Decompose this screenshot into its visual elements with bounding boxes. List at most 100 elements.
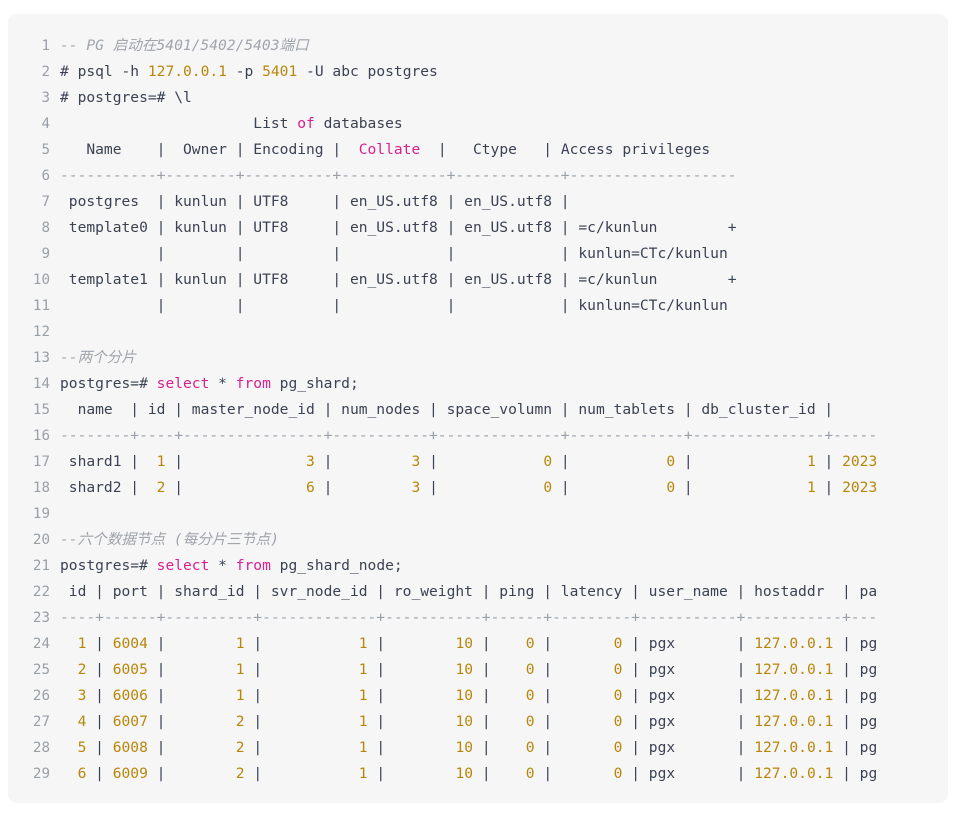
token-num: 10 <box>455 687 474 704</box>
token-kw: of <box>297 115 315 132</box>
code-line-content: 3 | 6006 | 1 | 1 | 10 | 0 | 0 | pgx | 12… <box>60 687 878 704</box>
token-txt: | <box>473 661 526 678</box>
code-line-content: name | id | master_node_id | num_nodes |… <box>60 401 834 418</box>
line-number: 27 <box>32 714 50 730</box>
code-line: 19 <box>8 501 948 527</box>
token-num: 6007 <box>112 713 148 730</box>
code-line: 23 ----+------+----------+-------------+-… <box>8 605 948 631</box>
line-number: 26 <box>32 688 50 704</box>
token-txt: | | | | | kunlun=CTc/kunlun <box>60 245 728 262</box>
token-txt: | <box>367 661 456 678</box>
token-kw: Collate <box>358 141 421 158</box>
code-line: 21 postgres=# select * from pg_shard_node… <box>8 553 948 579</box>
token-dash: --------+----+----------------+---------… <box>60 427 878 444</box>
line-number: 15 <box>32 402 50 418</box>
code-line: 7 postgres | kunlun | UTF8 | en_US.utf8 … <box>8 189 948 215</box>
token-num: 1 <box>358 739 368 756</box>
token-txt: | pg <box>833 635 878 652</box>
code-line-content: # postgres=# \l <box>60 89 192 106</box>
line-number: 13 <box>32 350 50 366</box>
token-txt: | pgx | <box>622 713 755 730</box>
token-num: 127.0.0.1 <box>754 635 834 652</box>
line-number: 8 <box>41 220 50 236</box>
code-line: 14 postgres=# select * from pg_shard; <box>8 371 948 397</box>
line-number: 7 <box>41 194 50 210</box>
line-number: 12 <box>32 324 50 340</box>
token-txt: | pg <box>833 687 878 704</box>
token-txt: | <box>367 739 456 756</box>
code-line-content: postgres=# select * from pg_shard; <box>60 375 359 392</box>
token-kw: from <box>235 375 271 392</box>
token-txt: | <box>86 635 113 652</box>
code-line-content: id | port | shard_id | svr_node_id | ro_… <box>60 583 877 600</box>
token-num: 3 <box>306 453 315 470</box>
line-number: 24 <box>32 636 50 652</box>
token-txt: | <box>473 713 526 730</box>
code-line: 12 <box>8 319 948 345</box>
token-txt: | <box>815 479 843 496</box>
line-number: 22 <box>32 584 50 600</box>
token-txt: | <box>86 713 113 730</box>
token-txt: databases <box>314 115 403 132</box>
token-txt: | | | | | kunlun=CTc/kunlun <box>60 297 728 314</box>
token-txt: | <box>552 453 667 470</box>
token-txt: -U abc postgres <box>297 63 438 80</box>
token-num: 1 <box>358 687 368 704</box>
code-line: 8 template0 | kunlun | UTF8 | en_US.utf8… <box>8 215 948 241</box>
code-line: 29 6 | 6009 | 2 | 1 | 10 | 0 | 0 | pgx |… <box>8 761 948 787</box>
token-txt: shard2 | <box>60 479 157 496</box>
line-number: 16 <box>32 428 50 444</box>
token-num: 0 <box>543 479 553 496</box>
line-number: 14 <box>32 376 50 392</box>
token-num: 127.0.0.1 <box>754 739 834 756</box>
token-txt: | <box>534 661 614 678</box>
line-number: 4 <box>41 116 50 132</box>
token-cmt: -- PG 启动在5401/5402/5403端口 <box>60 37 309 54</box>
code-line-content: template1 | kunlun | UTF8 | en_US.utf8 |… <box>60 271 737 288</box>
token-txt: | <box>314 453 412 470</box>
line-number: 5 <box>41 142 50 158</box>
code-line-content: postgres=# select * from pg_shard_node; <box>60 557 403 574</box>
code-line-content: shard1 | 1 | 3 | 3 | 0 | 0 | 1 | 2023 <box>60 453 877 470</box>
code-line-content: --六个数据节点 (每分片三节点) <box>60 531 279 548</box>
token-num: 1 <box>806 479 816 496</box>
token-txt: shard1 | <box>60 453 157 470</box>
token-num: 6004 <box>112 635 148 652</box>
token-txt: | <box>244 713 359 730</box>
token-txt: | <box>367 765 456 782</box>
code-line: 5 Name | Owner | Encoding | Collate | Ct… <box>8 137 948 163</box>
token-num: 3 <box>411 479 421 496</box>
line-number: 2 <box>41 64 50 80</box>
token-txt: | <box>367 687 456 704</box>
token-txt: | <box>244 661 359 678</box>
token-txt: | <box>473 765 526 782</box>
token-txt: | <box>86 687 113 704</box>
token-num: 0 <box>525 765 535 782</box>
token-num: 10 <box>455 713 474 730</box>
token-txt: | <box>147 635 236 652</box>
token-txt: | <box>675 453 807 470</box>
code-line: 26 3 | 6006 | 1 | 1 | 10 | 0 | 0 | pgx |… <box>8 683 948 709</box>
token-num: 5401 <box>262 63 298 80</box>
token-num: 1 <box>806 453 816 470</box>
token-txt: | <box>420 453 544 470</box>
line-number: 17 <box>32 454 50 470</box>
token-txt: | <box>86 661 113 678</box>
code-line-content: ----+------+----------+-------------+---… <box>60 609 877 626</box>
line-number: 23 <box>32 610 50 626</box>
token-txt: | <box>420 479 544 496</box>
line-number: 20 <box>32 532 50 548</box>
token-txt: | <box>534 765 614 782</box>
line-number: 25 <box>32 662 50 678</box>
token-num: 2023 <box>842 453 878 470</box>
token-num: 2 <box>235 765 245 782</box>
code-line: 17 shard1 | 1 | 3 | 3 | 0 | 0 | 1 | 2023 <box>8 449 948 475</box>
token-txt: -p <box>226 63 263 80</box>
token-txt: | <box>147 687 236 704</box>
token-txt: | <box>147 765 236 782</box>
token-num: 1 <box>358 765 368 782</box>
token-num: 2 <box>235 739 245 756</box>
code-line: 9 | | | | | kunlun=CTc/kunlun <box>8 241 948 267</box>
